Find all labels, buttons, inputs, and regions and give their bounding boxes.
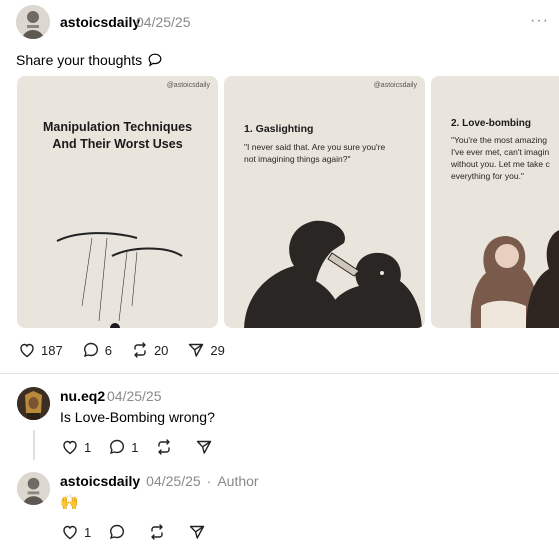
reply-text: Is Love-Bombing wrong? <box>60 409 215 425</box>
reply-button[interactable]: 6 <box>81 340 112 360</box>
post-actions: 187 6 20 29 <box>17 340 225 360</box>
card-title: Manipulation Techniques And Their Worst … <box>42 120 193 151</box>
reply-button[interactable] <box>107 522 131 542</box>
statue-avatar-image <box>16 5 50 39</box>
reply-bubble-icon <box>110 524 125 540</box>
repost-button[interactable]: 20 <box>130 340 168 360</box>
avatar[interactable] <box>16 5 50 39</box>
avatar[interactable] <box>17 472 50 505</box>
card-quote: "I never said that. Are you sure you're … <box>244 142 386 164</box>
carousel-card-2[interactable]: @astoicsdaily 1. Gaslighting "I never sa… <box>224 76 425 328</box>
statue-avatar-image <box>17 472 50 505</box>
share-icon <box>189 343 204 357</box>
like-button[interactable]: 1 <box>60 522 91 542</box>
repost-count: 20 <box>153 342 169 358</box>
like-count: 1 <box>84 524 92 540</box>
reply-date[interactable]: 04/25/25 <box>107 388 162 404</box>
reply-button[interactable]: 1 <box>107 437 138 457</box>
avatar[interactable] <box>17 387 50 420</box>
repost-icon <box>151 524 163 540</box>
author-badge: Author <box>217 473 259 489</box>
thread-line <box>33 430 35 460</box>
card-handle: @astoicsdaily <box>373 82 417 89</box>
card-title: 2. Love-bombing <box>451 118 531 129</box>
reply-bubble-icon <box>110 439 125 455</box>
share-icon <box>190 525 205 539</box>
author-reply-actions: 1 <box>60 522 211 542</box>
reply-actions: 1 1 <box>60 437 218 457</box>
gaslighting-illustration <box>244 220 422 328</box>
share-count: 29 <box>210 342 225 358</box>
heart-icon <box>63 525 77 540</box>
speech-bubble-icon <box>148 53 162 67</box>
post-date[interactable]: 04/25/25 <box>136 14 191 30</box>
card-handle: @astoicsdaily <box>166 82 210 89</box>
repost-button[interactable] <box>147 522 171 542</box>
carousel-card-1[interactable]: @astoicsdaily Manipulation Techniques An… <box>17 76 218 328</box>
author-reply-text: 🙌 <box>60 494 79 511</box>
carousel-card-3[interactable]: 2. Love-bombing "You're the most amazing… <box>431 76 559 328</box>
author-reply-username[interactable]: astoicsdaily <box>60 473 140 489</box>
heart-icon <box>20 343 34 358</box>
card-title: 1. Gaslighting <box>244 123 314 135</box>
love-bombing-illustration <box>470 230 559 328</box>
card-quote: "You're the most amazing I've ever met, … <box>451 135 550 181</box>
reply-username[interactable]: nu.eq2 <box>60 388 105 404</box>
share-button[interactable] <box>194 437 218 457</box>
post-text-row: Share your thoughts <box>16 52 163 68</box>
post-more-button[interactable]: ··· <box>530 12 549 30</box>
reply-count: 1 <box>131 439 139 455</box>
separator-dot: · <box>206 473 212 489</box>
pharaoh-avatar-image <box>17 387 50 420</box>
share-icon <box>197 440 212 454</box>
puppet-illustration <box>56 232 183 328</box>
repost-button[interactable] <box>154 437 178 457</box>
post-username[interactable]: astoicsdaily <box>60 14 140 30</box>
like-button[interactable]: 187 <box>17 340 63 360</box>
heart-icon <box>63 440 77 455</box>
like-button[interactable]: 1 <box>60 437 91 457</box>
share-button[interactable]: 29 <box>186 340 225 360</box>
author-reply-date[interactable]: 04/25/25 <box>146 473 201 489</box>
reply-bubble-icon <box>83 342 98 358</box>
share-button[interactable] <box>187 522 211 542</box>
divider <box>0 373 559 374</box>
repost-icon <box>158 439 171 455</box>
post-text: Share your thoughts <box>16 52 143 68</box>
repost-icon <box>134 342 146 358</box>
reply-count: 6 <box>104 342 112 358</box>
like-count: 1 <box>84 439 92 455</box>
author-reply-header: astoicsdaily 04/25/25 · Author <box>60 473 259 489</box>
like-count: 187 <box>41 342 63 358</box>
